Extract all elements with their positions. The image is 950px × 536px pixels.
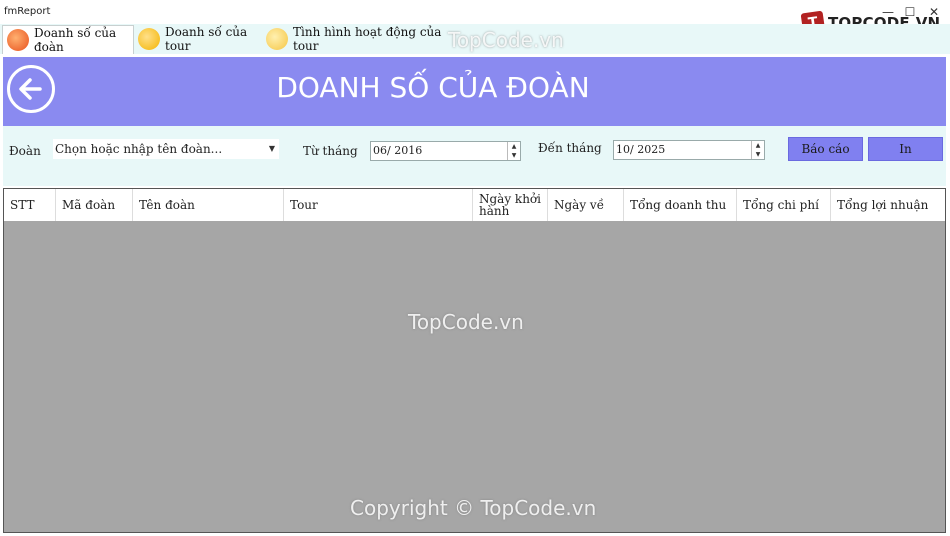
column-header-ngay-khoi-hanh[interactable]: Ngày khởi hành <box>473 189 548 221</box>
spin-down-icon[interactable]: ▼ <box>752 150 764 159</box>
tab-doanh-so-tour[interactable]: Doanh số của tour <box>134 25 260 53</box>
tab-doanh-so-doan[interactable]: Doanh số của đoàn <box>2 25 134 54</box>
column-header-tour[interactable]: Tour <box>284 189 473 221</box>
filter-panel: Đoàn Chọn hoặc nhập tên đoàn... ▼ Từ thá… <box>3 126 946 186</box>
from-month-value: 06/ 2016 <box>373 144 423 157</box>
coin-icon <box>138 28 160 50</box>
report-grid[interactable]: STT Mã đoàn Tên đoàn Tour Ngày khởi hành… <box>3 188 946 533</box>
to-month-spinner[interactable]: ▲ ▼ <box>751 141 764 159</box>
spin-up-icon[interactable]: ▲ <box>752 141 764 150</box>
column-header-tong-doanh-thu[interactable]: Tổng doanh thu <box>624 189 737 221</box>
page-header: DOANH SỐ CỦA ĐOÀN <box>3 57 946 126</box>
sun-icon <box>266 28 288 50</box>
column-header-tong-loi-nhuan[interactable]: Tổng lợi nhuận <box>831 189 945 221</box>
to-month-value: 10/ 2025 <box>616 143 666 156</box>
spin-up-icon[interactable]: ▲ <box>508 142 520 151</box>
column-header-ten-doan[interactable]: Tên đoàn <box>133 189 284 221</box>
print-button[interactable]: In <box>868 137 943 161</box>
from-month-spinner[interactable]: ▲ ▼ <box>507 142 520 160</box>
doan-combobox-text: Chọn hoặc nhập tên đoàn... <box>55 142 223 156</box>
to-month-label: Đến tháng <box>538 141 602 155</box>
report-button[interactable]: Báo cáo <box>788 137 863 161</box>
tab-label: Doanh số của đoàn <box>34 26 117 54</box>
column-header-tong-chi-phi[interactable]: Tổng chi phí <box>737 189 831 221</box>
chart-icon <box>7 29 29 51</box>
grid-header: STT Mã đoàn Tên đoàn Tour Ngày khởi hành… <box>4 189 945 221</box>
window-title: fmReport <box>4 6 51 17</box>
doan-label: Đoàn <box>9 144 41 158</box>
dropdown-arrow-icon[interactable]: ▼ <box>267 139 277 159</box>
watermark-bottom: Copyright © TopCode.vn <box>350 496 597 520</box>
watermark-center: TopCode.vn <box>408 310 524 334</box>
watermark-top: TopCode.vn <box>448 28 564 52</box>
from-month-label: Từ tháng <box>303 144 358 158</box>
tab-label: Tình hình hoạt động của tour <box>293 25 442 53</box>
to-month-picker[interactable]: 10/ 2025 ▲ ▼ <box>613 140 765 160</box>
spin-down-icon[interactable]: ▼ <box>508 151 520 160</box>
column-header-ngay-ve[interactable]: Ngày về <box>548 189 624 221</box>
tab-label: Doanh số của tour <box>165 25 248 53</box>
page-title: DOANH SỐ CỦA ĐOÀN <box>276 71 590 104</box>
column-header-ma-doan[interactable]: Mã đoàn <box>56 189 133 221</box>
column-header-stt[interactable]: STT <box>4 189 56 221</box>
tab-tinh-hinh-hoat-dong[interactable]: Tình hình hoạt động của tour <box>262 25 444 53</box>
doan-combobox[interactable]: Chọn hoặc nhập tên đoàn... ▼ <box>53 139 279 159</box>
from-month-picker[interactable]: 06/ 2016 ▲ ▼ <box>370 141 521 161</box>
